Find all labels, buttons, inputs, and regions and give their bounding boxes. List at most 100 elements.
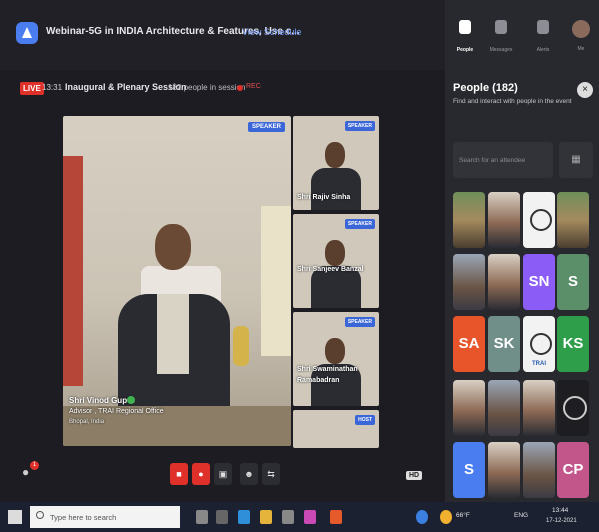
attendee-avatar[interactable] xyxy=(523,192,555,248)
task-view-icon[interactable] xyxy=(196,510,208,524)
attendee-avatar[interactable] xyxy=(453,254,485,310)
attendee-avatar[interactable] xyxy=(557,380,589,436)
nav-label: Alerts xyxy=(536,47,550,53)
view-schedule-link[interactable]: View Schedule xyxy=(242,27,301,37)
settings-icon[interactable] xyxy=(282,510,294,524)
attendee-avatar[interactable]: SN xyxy=(523,254,555,310)
nav-label: Me xyxy=(577,46,585,52)
nav-people[interactable]: People xyxy=(447,14,483,62)
windows-start-icon[interactable] xyxy=(8,510,22,524)
attendee-avatar[interactable] xyxy=(488,192,520,248)
swap-view-button[interactable]: ⇆ xyxy=(262,463,280,485)
speaker-shirt xyxy=(157,294,189,374)
app-logo-icon xyxy=(16,22,38,44)
search-icon xyxy=(36,511,44,519)
avatar-icon xyxy=(572,20,590,38)
file-explorer-icon[interactable] xyxy=(260,510,272,524)
nav-label: Messages xyxy=(489,47,513,53)
tile-person-head xyxy=(325,142,345,168)
host-badge: HOST xyxy=(355,415,375,425)
attendee-avatar[interactable] xyxy=(488,254,520,310)
attendee-avatar[interactable]: CP xyxy=(557,442,589,498)
people-title: People (182) xyxy=(453,82,518,94)
weather-icon[interactable] xyxy=(440,510,452,524)
language-label: ENG xyxy=(514,512,529,519)
speaker-badge: SPEAKER xyxy=(344,219,375,229)
main-speaker-role: Advisor , TRAI Regional Office xyxy=(69,408,164,415)
tile-person-body xyxy=(311,168,361,210)
people-icon xyxy=(459,20,471,34)
attendee-avatar[interactable]: S xyxy=(453,442,485,498)
alerts-icon xyxy=(537,20,549,34)
tile-speaker-name: Shri Swaminathan Ramabadran xyxy=(297,366,358,384)
mic-off-button[interactable]: ● xyxy=(192,463,210,485)
record-icon xyxy=(237,85,243,91)
nav-messages[interactable]: Messages xyxy=(483,14,519,62)
main-speaker-location: Bhopal, India xyxy=(69,419,105,425)
messages-icon xyxy=(495,20,507,34)
host-tile[interactable]: HOST xyxy=(293,410,379,448)
mic-on-icon xyxy=(127,396,135,404)
nav-label: People xyxy=(456,47,474,53)
widgets-icon[interactable] xyxy=(216,510,228,524)
taskbar-search-input[interactable]: Type here to search xyxy=(30,506,180,528)
speaker-tile[interactable]: SPEAKER Shri Sanjeev Banzal xyxy=(293,214,379,308)
close-icon[interactable]: × xyxy=(577,82,593,98)
camera-off-button[interactable]: ■ xyxy=(170,463,188,485)
wall-map xyxy=(261,206,291,356)
right-nav: People Messages Alerts Me xyxy=(445,14,599,62)
event-header: Webinar-5G in INDIA Architecture & Featu… xyxy=(0,0,445,70)
speaker-tile[interactable]: SPEAKER Shri Rajiv Sinha xyxy=(293,116,379,210)
session-time: 13:31 xyxy=(42,83,63,92)
attendee-avatar[interactable]: SK xyxy=(488,316,520,372)
attendee-search-input[interactable]: Search for an attendee xyxy=(453,142,553,178)
attendee-avatar[interactable] xyxy=(523,380,555,436)
grid-view-toggle[interactable]: ▦ xyxy=(559,142,593,178)
tile-person-head xyxy=(325,338,345,364)
windows-taskbar: Type here to search 66°F ENG 13:44 17-12… xyxy=(0,502,599,532)
tile-person-head xyxy=(325,240,345,266)
attendee-avatar[interactable]: S xyxy=(557,254,589,310)
reactions-button[interactable]: ☻ xyxy=(240,463,258,485)
share-screen-button[interactable]: ▣ xyxy=(214,463,232,485)
edge-browser-icon[interactable] xyxy=(238,510,250,524)
zoom-app-icon[interactable] xyxy=(416,510,428,524)
temperature-label: 66°F xyxy=(456,512,470,519)
speaker-badge: SPEAKER xyxy=(344,317,375,327)
flower-vase xyxy=(233,326,249,366)
speaker-badge: SPEAKER xyxy=(247,122,285,132)
session-people-count: 182 people in session xyxy=(168,83,246,92)
meeting-controls: ● 1 ■ ● ▣ ☻ ⇆ HD xyxy=(0,455,445,501)
attendee-avatar[interactable] xyxy=(453,380,485,436)
session-bar: LIVE 13:31 Inaugural & Plenary Session 1… xyxy=(0,74,445,102)
app-icon[interactable] xyxy=(304,510,316,524)
curtain xyxy=(63,156,83,386)
main-speaker-name: Shri Vinod Gupta xyxy=(69,396,135,405)
tile-speaker-name: Shri Sanjeev Banzal xyxy=(297,266,364,273)
attendee-avatar[interactable] xyxy=(488,442,520,498)
attendee-avatar[interactable]: TRAI xyxy=(523,316,555,372)
attendee-avatar[interactable] xyxy=(557,192,589,248)
clock-time: 13:44 xyxy=(552,507,569,514)
nav-alerts[interactable]: Alerts xyxy=(525,14,561,62)
speaker-tile[interactable]: SPEAKER Shri Swaminathan Ramabadran xyxy=(293,312,379,406)
live-badge: LIVE xyxy=(20,82,44,95)
attendee-avatar[interactable]: KS xyxy=(557,316,589,372)
nav-me[interactable]: Me xyxy=(563,14,599,62)
people-subtitle: Find and interact with people in the eve… xyxy=(453,98,572,105)
clock-date: 17-12-2021 xyxy=(546,518,577,524)
people-panel: People Messages Alerts Me People (182) F… xyxy=(445,0,599,502)
hd-quality-button[interactable]: HD xyxy=(406,471,423,480)
chrome-icon[interactable] xyxy=(330,510,342,524)
attendee-avatar[interactable] xyxy=(523,442,555,498)
logo-label: TRAI xyxy=(532,361,546,367)
rec-label: REC xyxy=(246,83,261,90)
speaker-head xyxy=(155,224,191,270)
tile-speaker-name: Shri Rajiv Sinha xyxy=(297,194,351,201)
speaker-badge: SPEAKER xyxy=(344,121,375,131)
attendee-avatar[interactable] xyxy=(453,192,485,248)
speaker-tiles: SPEAKER Shri Rajiv Sinha SPEAKER Shri Sa… xyxy=(293,116,379,448)
attendee-avatar[interactable]: SA xyxy=(453,316,485,372)
main-speaker-video[interactable]: SPEAKER Shri Vinod Gupta Advisor , TRAI … xyxy=(63,116,291,446)
attendee-avatar[interactable] xyxy=(488,380,520,436)
